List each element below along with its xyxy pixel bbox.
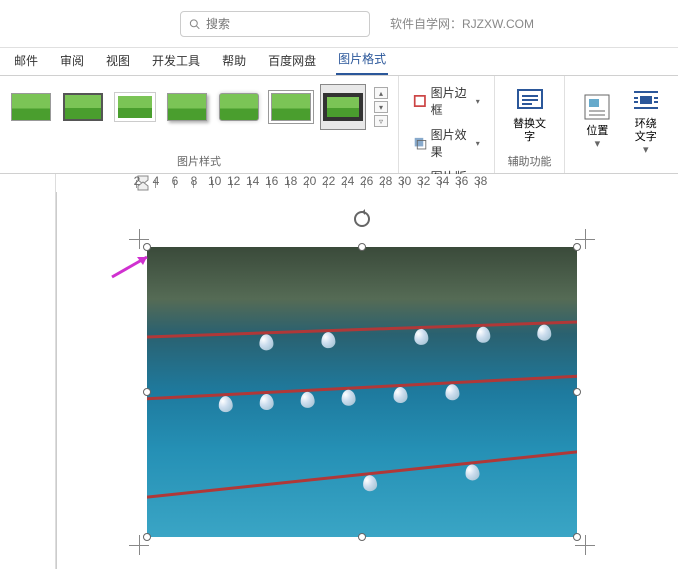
tab-view[interactable]: 视图 [104,46,132,75]
selected-image-container [147,247,577,537]
horizontal-ruler[interactable]: 2468101214161820222426283032343638 [56,174,678,192]
effects-icon [413,135,427,151]
picture-border-label: 图片边框 [431,84,472,118]
style-white-border[interactable] [112,84,158,130]
tab-baidu[interactable]: 百度网盘 [266,46,318,75]
ribbon-group-styles: ▴ ▾ ▿ 图片样式 [0,76,399,173]
tab-developer[interactable]: 开发工具 [150,46,202,75]
watermark-text: 软件自学网：RJZXW.COM [390,15,534,32]
crop-mark-tr [575,229,595,249]
position-icon [581,91,613,123]
photo-content [147,247,577,537]
wrap-label: 环绕文字▾ [629,118,662,158]
picture-border-button[interactable]: 图片边框 ▾ [411,82,482,120]
position-button[interactable]: 位置▾ [573,80,621,162]
wrap-icon [630,84,662,116]
vertical-ruler[interactable] [0,192,56,569]
tab-review[interactable]: 审阅 [58,46,86,75]
resize-handle-r[interactable] [573,388,581,396]
document-area [0,192,678,569]
resize-handle-b[interactable] [358,533,366,541]
resize-handle-l[interactable] [143,388,151,396]
crop-mark-tl [129,229,149,249]
crop-mark-bl [129,535,149,555]
accessibility-group-label: 辅助功能 [503,151,557,171]
horizontal-ruler-area: 2468101214161820222426283032343638 [0,174,678,192]
selected-image[interactable] [147,247,577,537]
wrap-text-button[interactable]: 环绕文字▾ [621,80,670,162]
ribbon-group-accessibility: 替换文字 辅助功能 [495,76,566,173]
style-thick-border[interactable] [320,84,366,130]
picture-effects-label: 图片效果 [431,126,472,160]
gallery-up-button[interactable]: ▴ [374,87,388,99]
position-label: 位置▾ [586,125,608,151]
ribbon: ▴ ▾ ▿ 图片样式 图片边框 ▾ 图片效果 ▾ 图片版式 ▾ [0,76,678,174]
gallery-scroll: ▴ ▾ ▿ [374,87,390,127]
tab-help[interactable]: 帮助 [220,46,248,75]
tab-mail[interactable]: 邮件 [12,46,40,75]
border-icon [413,93,427,109]
rotate-handle[interactable] [352,209,372,229]
picture-effects-button[interactable]: 图片效果 ▾ [411,124,482,162]
gallery-down-button[interactable]: ▾ [374,101,388,113]
search-box[interactable] [180,11,370,37]
gallery-more-button[interactable]: ▿ [374,115,388,127]
resize-handle-t[interactable] [358,243,366,251]
style-shadow[interactable] [164,84,210,130]
search-icon [189,17,200,31]
chevron-down-icon: ▾ [476,139,480,148]
ruler-marks: 2468101214161820222426283032343638 [136,174,497,188]
ribbon-group-arrange: 位置▾ 环绕文字▾ [565,76,678,173]
picture-style-gallery: ▴ ▾ ▿ [8,80,390,130]
chevron-down-icon: ▾ [476,97,480,106]
ribbon-tabs: 邮件 审阅 视图 开发工具 帮助 百度网盘 图片格式 [0,48,678,76]
style-double[interactable] [268,84,314,130]
tab-picture-format[interactable]: 图片格式 [336,44,388,75]
style-simple[interactable] [8,84,54,130]
styles-group-label: 图片样式 [8,151,390,171]
alt-text-button[interactable]: 替换文字 [503,80,557,148]
crop-mark-br [575,535,595,555]
style-bordered[interactable] [60,84,106,130]
title-bar: 软件自学网：RJZXW.COM [0,0,678,48]
alt-text-label: 替换文字 [511,118,549,144]
document-page[interactable] [56,192,678,569]
style-soft[interactable] [216,84,262,130]
search-input[interactable] [206,17,361,31]
ribbon-group-pic-options: 图片边框 ▾ 图片效果 ▾ 图片版式 ▾ [399,76,495,173]
rotate-icon [352,209,372,229]
alt-text-icon [514,84,546,116]
